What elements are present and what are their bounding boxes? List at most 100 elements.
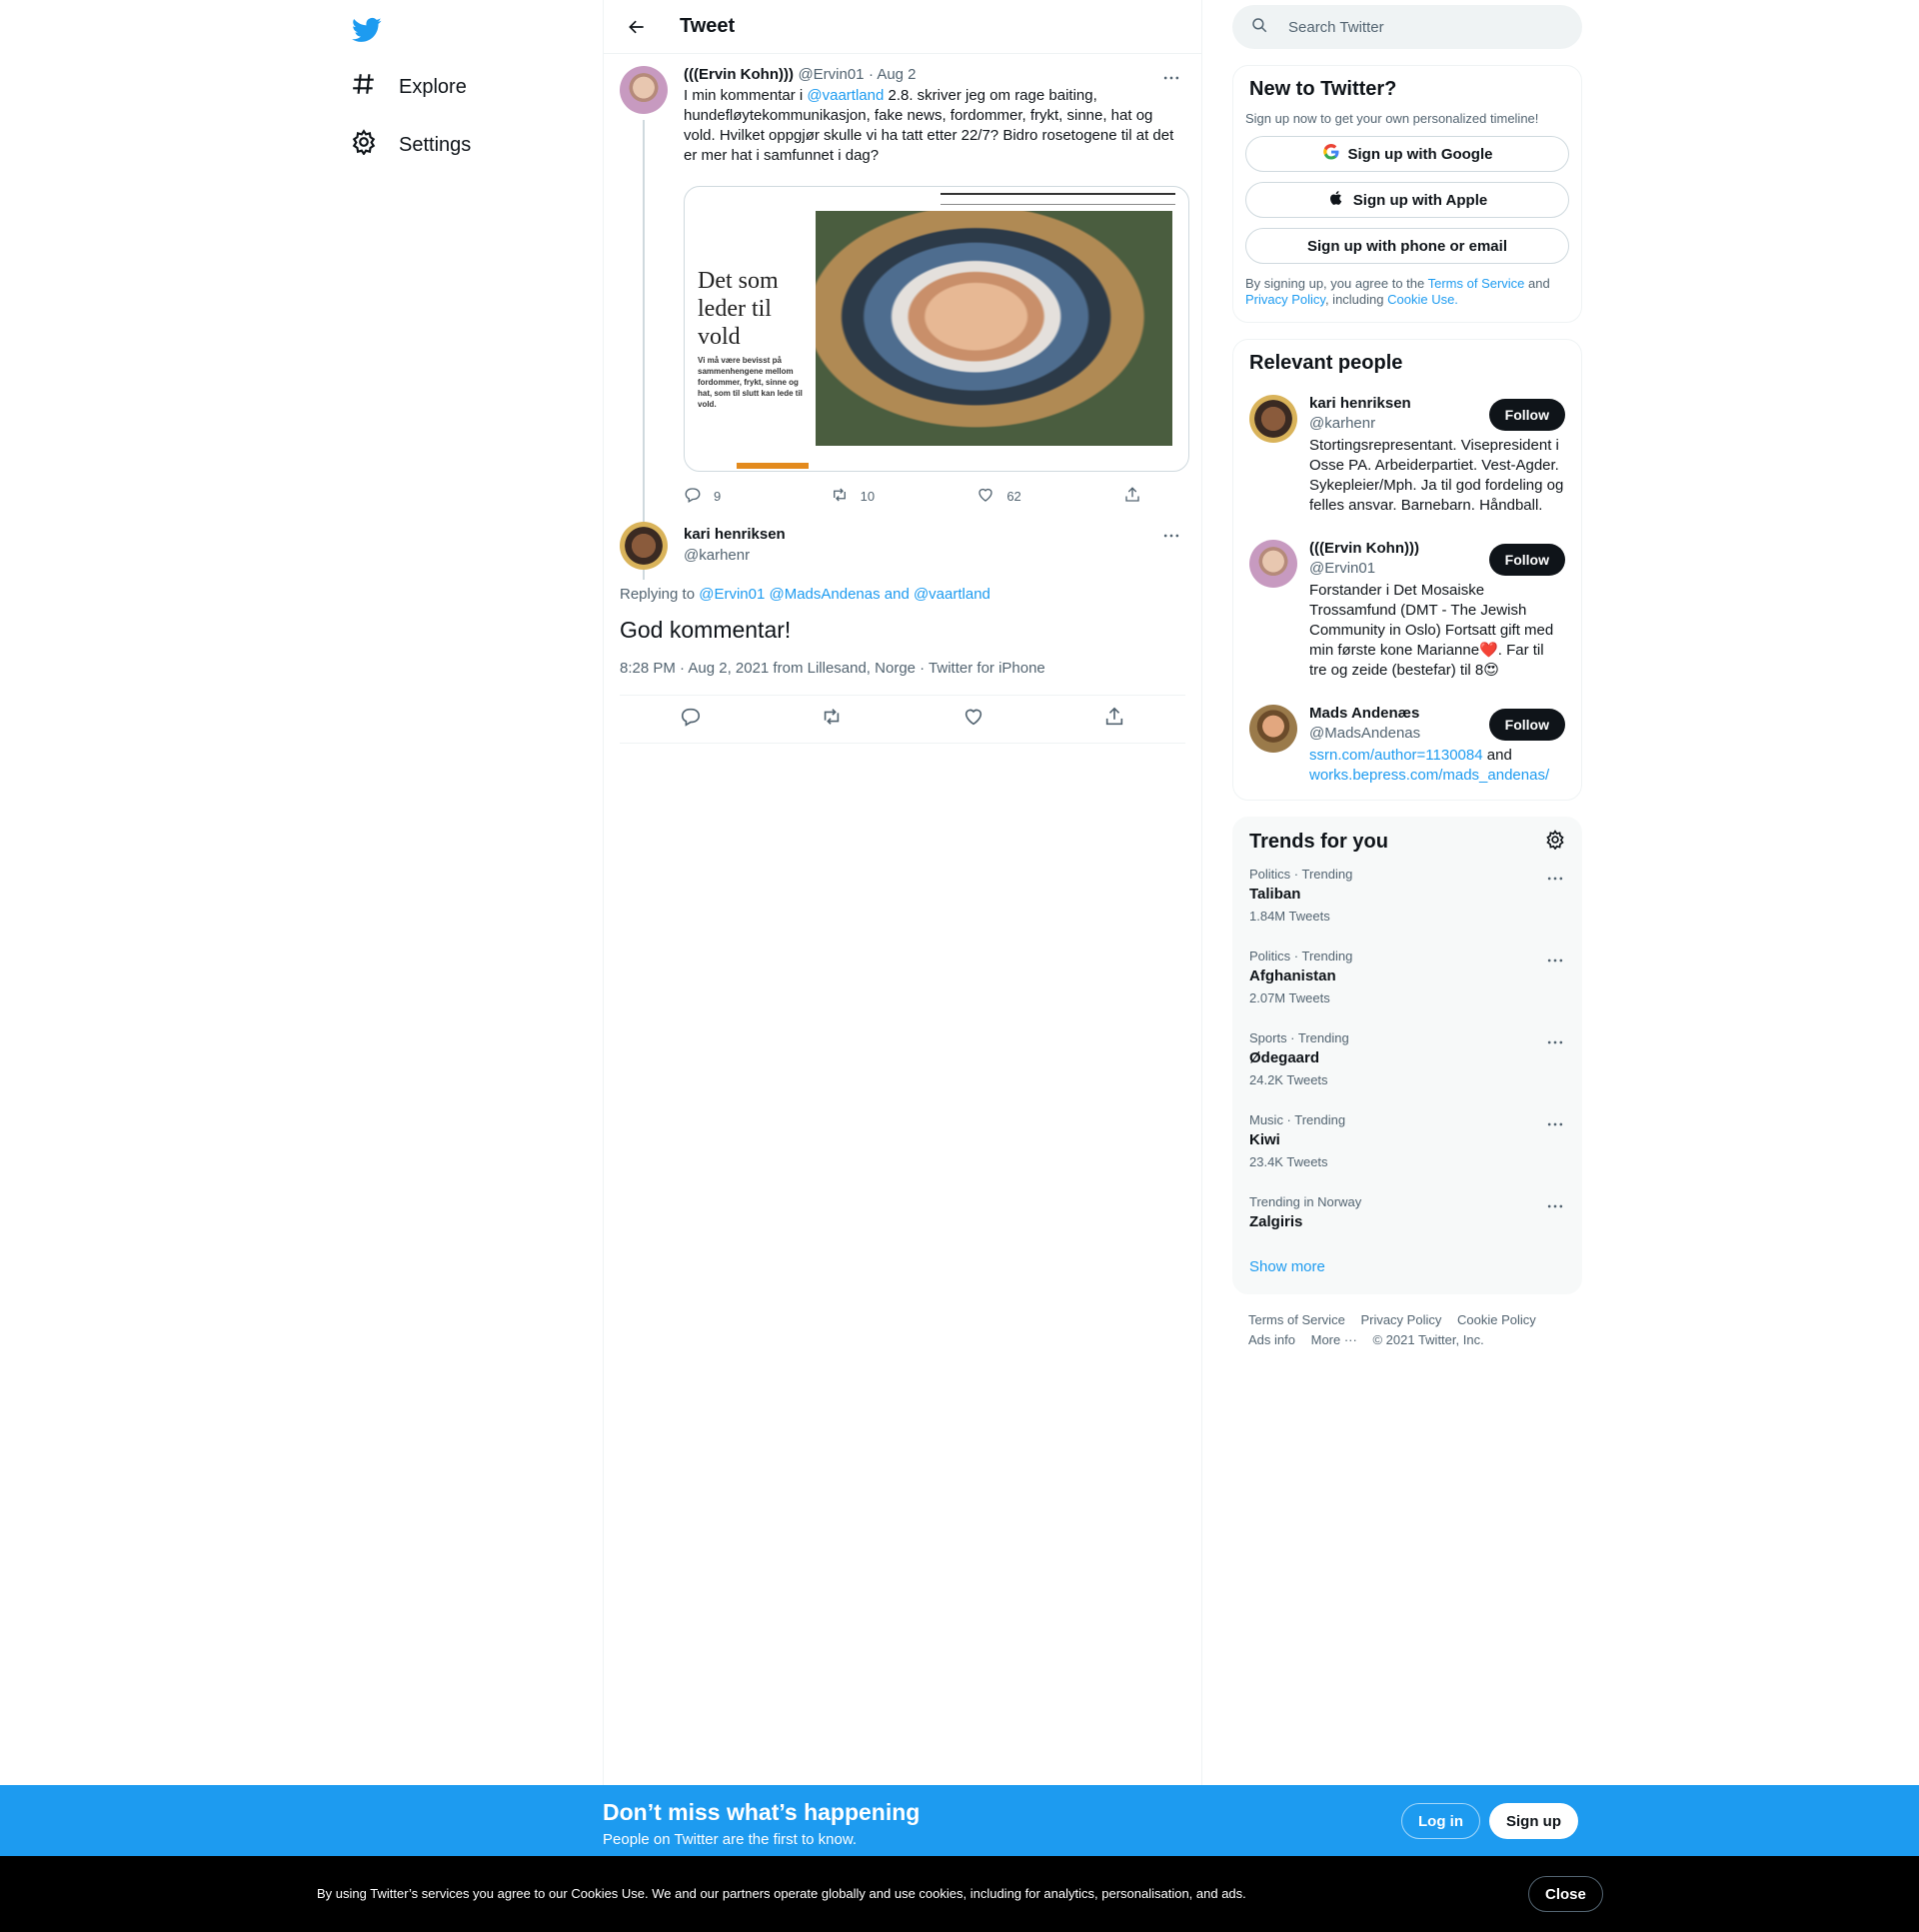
trend-category: Music · Trending	[1249, 1112, 1346, 1127]
footer-terms-link[interactable]: Terms of Service	[1248, 1312, 1345, 1327]
show-more-link[interactable]: Show more	[1233, 1246, 1581, 1293]
gear-icon[interactable]	[1545, 830, 1565, 855]
author-name[interactable]: kari henriksen	[684, 526, 786, 543]
twitter-logo-icon[interactable]	[347, 10, 387, 50]
more-dots-icon[interactable]	[1545, 1114, 1565, 1139]
signup-apple-label: Sign up with Apple	[1352, 191, 1488, 209]
follow-button[interactable]: Follow	[1488, 544, 1565, 576]
login-button[interactable]: Log in	[1401, 1803, 1480, 1839]
tweet-date[interactable]: · Aug 2	[869, 66, 917, 83]
signup-google-button[interactable]: Sign up with Google	[1245, 136, 1569, 172]
signup-apple-button[interactable]: Sign up with Apple	[1245, 182, 1569, 218]
bio-and: and	[1482, 747, 1512, 764]
right-sidebar: Search Twitter New to Twitter? Sign up n…	[1232, 0, 1582, 1366]
like-button[interactable]: 62	[976, 486, 1096, 507]
more-dots-icon[interactable]	[1545, 1196, 1565, 1221]
close-button[interactable]: Close	[1528, 1876, 1603, 1912]
reply-button[interactable]: 9	[684, 486, 804, 507]
trend-count: 24.2K Tweets	[1249, 1072, 1328, 1087]
banner-subtitle: People on Twitter are the first to know.	[603, 1831, 858, 1848]
share-icon	[1123, 486, 1141, 507]
more-dots-icon[interactable]	[1545, 869, 1565, 894]
trend-category: Trending in Norway	[1249, 1194, 1362, 1209]
more-dots-icon[interactable]	[1545, 1032, 1565, 1057]
follow-button[interactable]: Follow	[1488, 709, 1565, 741]
newspaper-topline	[941, 193, 1175, 205]
nav-settings[interactable]: Settings	[347, 120, 475, 170]
person-item[interactable]: Follow (((Ervin Kohn))) @Ervin01 Forstan…	[1233, 528, 1581, 693]
back-arrow-icon[interactable]	[620, 10, 654, 44]
terms-text-3: , including	[1324, 292, 1388, 307]
new-to-twitter-card: New to Twitter? Sign up now to get your …	[1232, 65, 1582, 323]
share-icon[interactable]	[1103, 706, 1125, 733]
tweet-actions: 9 10 62	[684, 486, 1163, 507]
cookie-use-link[interactable]: Cookie Use.	[1387, 292, 1458, 307]
trend-item[interactable]: Trending in Norway Zalgiris	[1233, 1182, 1581, 1246]
terms-text-1: By signing up, you agree to the	[1245, 276, 1428, 291]
follow-button[interactable]: Follow	[1488, 399, 1565, 431]
privacy-link[interactable]: Privacy Policy	[1245, 292, 1325, 307]
author-name[interactable]: (((Ervin Kohn)))	[684, 66, 794, 83]
avatar[interactable]	[620, 66, 668, 114]
trend-count: 2.07M Tweets	[1249, 990, 1330, 1005]
signup-banner: Don’t miss what’s happening People on Tw…	[0, 1785, 1919, 1856]
more-dots-icon[interactable]	[1545, 951, 1565, 975]
person-item[interactable]: Follow kari henriksen @karhenr Stortings…	[1233, 383, 1581, 528]
bio-link[interactable]: ssrn.com/author=1130084	[1309, 747, 1483, 764]
author-handle[interactable]: @Ervin01	[798, 66, 864, 83]
trend-item[interactable]: Sports · Trending Ødegaard 24.2K Tweets	[1233, 1018, 1581, 1100]
card-title: Relevant people	[1249, 352, 1403, 374]
heart-icon[interactable]	[962, 706, 984, 733]
person-bio: ssrn.com/author=1130084 and works.bepres…	[1309, 746, 1564, 786]
footer-more-link[interactable]: More ···	[1311, 1332, 1357, 1347]
reply-text: God kommentar!	[620, 617, 792, 643]
avatar[interactable]	[620, 522, 668, 570]
banner-title: Don’t miss what’s happening	[603, 1799, 921, 1825]
search-input[interactable]: Search Twitter	[1288, 19, 1384, 36]
more-dots-icon[interactable]	[1161, 526, 1185, 550]
trend-category: Politics · Trending	[1249, 867, 1353, 882]
trend-name: Ødegaard	[1249, 1049, 1320, 1066]
terms-link[interactable]: Terms of Service	[1428, 276, 1525, 291]
reply-count: 9	[714, 489, 722, 504]
trend-item[interactable]: Music · Trending Kiwi 23.4K Tweets	[1233, 1100, 1581, 1182]
like-count: 62	[1006, 489, 1021, 504]
avatar[interactable]	[1249, 705, 1297, 753]
person-item[interactable]: Follow Mads Andenæs @MadsAndenas ssrn.co…	[1233, 693, 1581, 800]
nav-settings-label: Settings	[399, 133, 472, 156]
replying-users-link[interactable]: @Ervin01 @MadsAndenas and @vaartland	[699, 586, 990, 603]
trend-category: Sports · Trending	[1249, 1030, 1349, 1045]
trend-item[interactable]: Politics · Trending Taliban 1.84M Tweets	[1233, 855, 1581, 937]
media-orange-bar	[737, 463, 809, 469]
avatar[interactable]	[1249, 395, 1297, 443]
trend-count: 23.4K Tweets	[1249, 1154, 1328, 1169]
author-handle[interactable]: @karhenr	[684, 547, 786, 564]
signup-phone-label: Sign up with phone or email	[1306, 237, 1507, 255]
footer-ads-link[interactable]: Ads info	[1248, 1332, 1295, 1347]
share-button[interactable]	[1123, 486, 1163, 507]
signup-phone-button[interactable]: Sign up with phone or email	[1245, 228, 1569, 264]
retweet-button[interactable]: 10	[831, 486, 951, 507]
hashtag-icon	[351, 71, 377, 103]
cookie-text: By using Twitter’s services you agree to…	[317, 1886, 1246, 1901]
reply-icon[interactable]	[680, 706, 702, 733]
replying-to: Replying to @Ervin01 @MadsAndenas and @v…	[604, 586, 1201, 603]
mention-link[interactable]: @vaartland	[807, 87, 884, 104]
bio-link[interactable]: works.bepress.com/mads_andenas/	[1309, 767, 1549, 784]
trend-category: Politics · Trending	[1249, 949, 1353, 964]
retweet-icon[interactable]	[821, 706, 843, 733]
apple-icon	[1327, 189, 1345, 211]
avatar[interactable]	[1249, 540, 1297, 588]
tweet-media-image[interactable]: Det som leder til vold Vi må være beviss…	[684, 186, 1189, 472]
footer-cookie-link[interactable]: Cookie Policy	[1457, 1312, 1536, 1327]
trend-item[interactable]: Politics · Trending Afghanistan 2.07M Tw…	[1233, 937, 1581, 1018]
parent-tweet[interactable]: (((Ervin Kohn))) @Ervin01 · Aug 2 I min …	[604, 54, 1201, 580]
signup-button[interactable]: Sign up	[1489, 1803, 1578, 1839]
nav-explore[interactable]: Explore	[347, 62, 471, 112]
google-icon	[1322, 143, 1340, 165]
card-title: New to Twitter?	[1249, 78, 1397, 100]
retweet-count: 10	[860, 489, 876, 504]
tweet-meta[interactable]: 8:28 PM · Aug 2, 2021 from Lillesand, No…	[604, 660, 1201, 695]
search-box[interactable]: Search Twitter	[1232, 5, 1582, 49]
footer-privacy-link[interactable]: Privacy Policy	[1360, 1312, 1441, 1327]
